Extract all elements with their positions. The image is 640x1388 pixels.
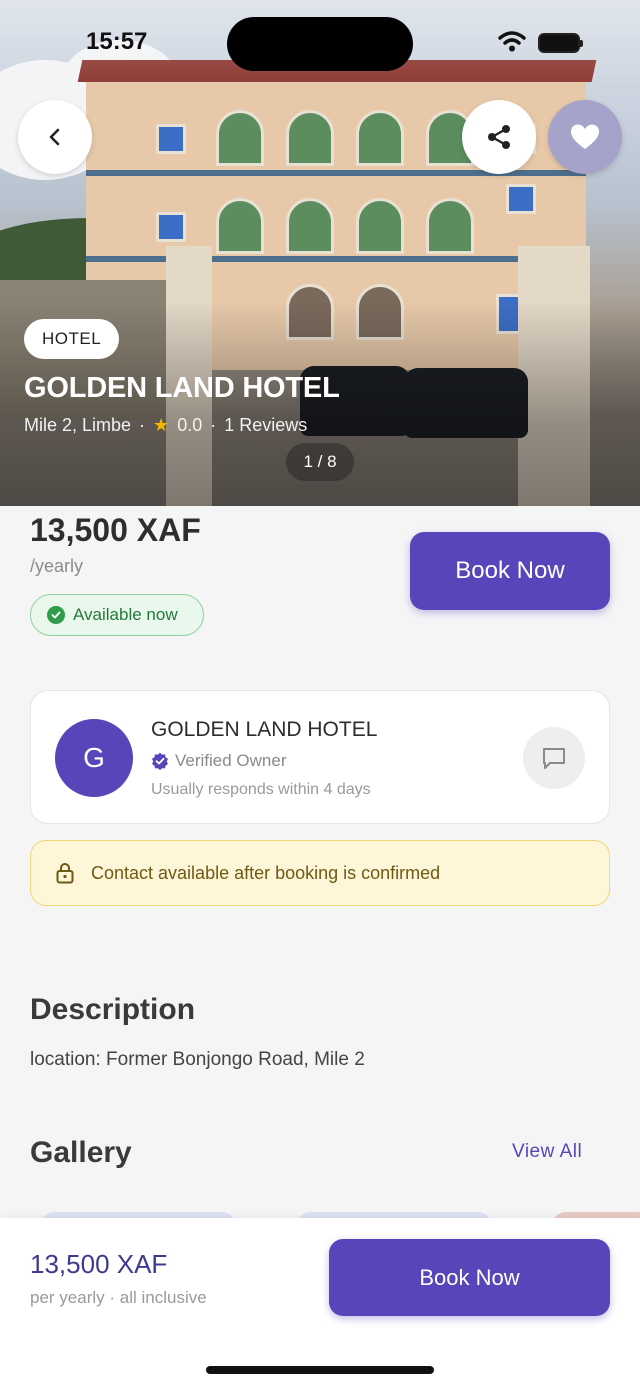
lock-icon bbox=[56, 863, 74, 884]
availability-label: Available now bbox=[73, 605, 178, 624]
share-button[interactable] bbox=[462, 100, 536, 174]
avatar: G bbox=[55, 719, 133, 797]
contact-notice-text: Contact available after booking is confi… bbox=[91, 862, 441, 883]
battery-icon bbox=[538, 33, 583, 53]
verified-label: Verified Owner bbox=[175, 751, 287, 770]
description-heading: Description bbox=[30, 993, 196, 1026]
heart-icon bbox=[571, 124, 599, 149]
status-time: 15:57 bbox=[86, 28, 148, 55]
owner-name: GOLDEN LAND HOTEL bbox=[151, 718, 378, 741]
chevron-left-icon bbox=[49, 128, 60, 146]
property-name: GOLDEN LAND HOTEL bbox=[24, 372, 340, 404]
bottom-booking-bar: 13,500 XAF per yearly · all inclusive Bo… bbox=[0, 1218, 640, 1388]
message-button[interactable] bbox=[523, 727, 585, 789]
share-icon bbox=[488, 125, 510, 149]
property-meta: Mile 2, Limbe · ★ 0.0 · 1 Reviews bbox=[24, 415, 307, 436]
description-text: location: Former Bonjongo Road, Mile 2 bbox=[30, 1049, 365, 1070]
verified-badge-icon bbox=[152, 752, 168, 770]
bottom-book-now-button[interactable]: Book Now bbox=[329, 1239, 610, 1316]
separator-dot: · bbox=[210, 415, 217, 435]
response-time: Usually responds within 4 days bbox=[151, 781, 371, 798]
price-value: 13,500 XAF bbox=[30, 512, 201, 548]
price-period: /yearly bbox=[30, 556, 84, 576]
bottom-price: 13,500 XAF bbox=[30, 1249, 168, 1279]
bottom-price-subtitle: per yearly · all inclusive bbox=[30, 1288, 207, 1307]
separator-dot: · bbox=[139, 415, 146, 435]
status-bar: 15:57 bbox=[0, 0, 640, 90]
book-now-button[interactable]: Book Now bbox=[410, 532, 610, 610]
check-circle-icon bbox=[47, 606, 65, 624]
availability-badge: Available now bbox=[30, 594, 204, 636]
back-button[interactable] bbox=[18, 100, 92, 174]
image-counter: 1 / 8 bbox=[286, 443, 354, 481]
favorite-button[interactable] bbox=[548, 100, 622, 174]
reviews-count: 1 Reviews bbox=[224, 415, 308, 435]
wifi-icon bbox=[498, 31, 526, 52]
star-icon: ★ bbox=[153, 415, 170, 435]
property-type-badge: HOTEL bbox=[24, 319, 120, 359]
home-indicator bbox=[206, 1366, 434, 1374]
chat-bubble-icon bbox=[543, 748, 565, 769]
dynamic-island bbox=[227, 17, 413, 71]
rating-value: 0.0 bbox=[177, 415, 203, 435]
gallery-heading: Gallery bbox=[30, 1136, 132, 1169]
owner-card: G GOLDEN LAND HOTEL Verified Owner Usual… bbox=[30, 690, 610, 824]
location-text: Mile 2, Limbe bbox=[24, 415, 132, 435]
view-all-link[interactable]: View All bbox=[512, 1141, 582, 1163]
verified-status: Verified Owner bbox=[151, 751, 287, 771]
contact-notice: Contact available after booking is confi… bbox=[30, 840, 610, 906]
